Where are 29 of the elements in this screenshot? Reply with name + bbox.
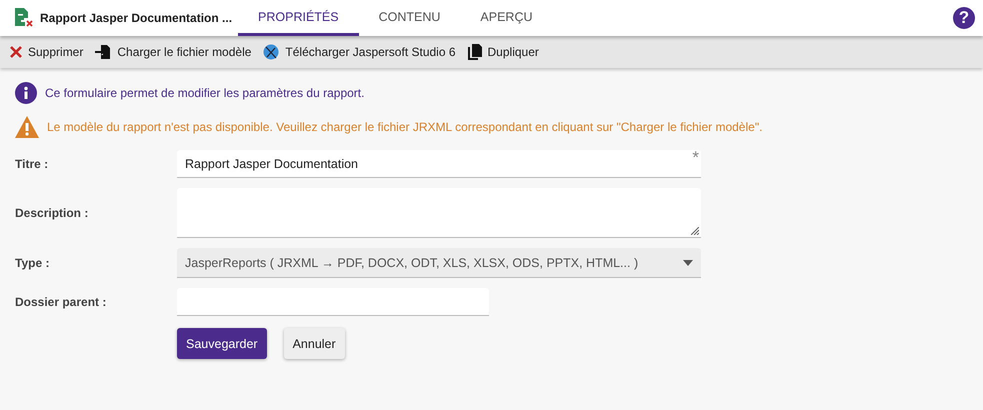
description-field[interactable] (177, 188, 701, 238)
folder-field[interactable] (177, 288, 489, 316)
globe-icon (263, 44, 280, 60)
file-import-icon (95, 44, 112, 60)
toolbar-button[interactable]: Supprimer (10, 45, 84, 59)
toolbar-button[interactable]: Télécharger Jaspersoft Studio 6 (263, 44, 456, 60)
resize-grip-icon (691, 227, 699, 235)
info-icon (15, 82, 37, 104)
warning-icon (15, 116, 39, 138)
field-label: Type : (15, 256, 50, 270)
message-text: Ce formulaire permet de modifier les paramètres du rapport. (45, 86, 364, 100)
cancel-button[interactable]: Annuler (284, 328, 345, 359)
copy-icon (468, 44, 482, 60)
title-field[interactable]: Rapport Jasper Documentation * (177, 150, 701, 178)
field-label: Titre : (15, 157, 50, 171)
tab[interactable]: APERÇU (460, 0, 553, 36)
field-label: Dossier parent : (15, 295, 108, 309)
required-mark: * (692, 148, 699, 168)
help-icon[interactable]: ? (953, 7, 975, 29)
report-file-icon (14, 8, 34, 28)
field-label: Description : (15, 206, 90, 220)
save-button[interactable]: Sauvegarder (177, 328, 267, 359)
report-title: Rapport Jasper Documentation ... (40, 11, 232, 25)
caret-icon (683, 260, 693, 266)
close-icon (10, 46, 22, 58)
message-text: Le modèle du rapport n'est pas disponible. Veuillez charger le fichier JRXML correspondant en cliquant sur "Charger le fichier modèle". (47, 120, 762, 134)
toolbar-button[interactable]: Charger le fichier modèle (95, 44, 252, 60)
toolbar-button[interactable]: Dupliquer (468, 44, 539, 60)
tab[interactable]: CONTENU (358, 0, 460, 36)
